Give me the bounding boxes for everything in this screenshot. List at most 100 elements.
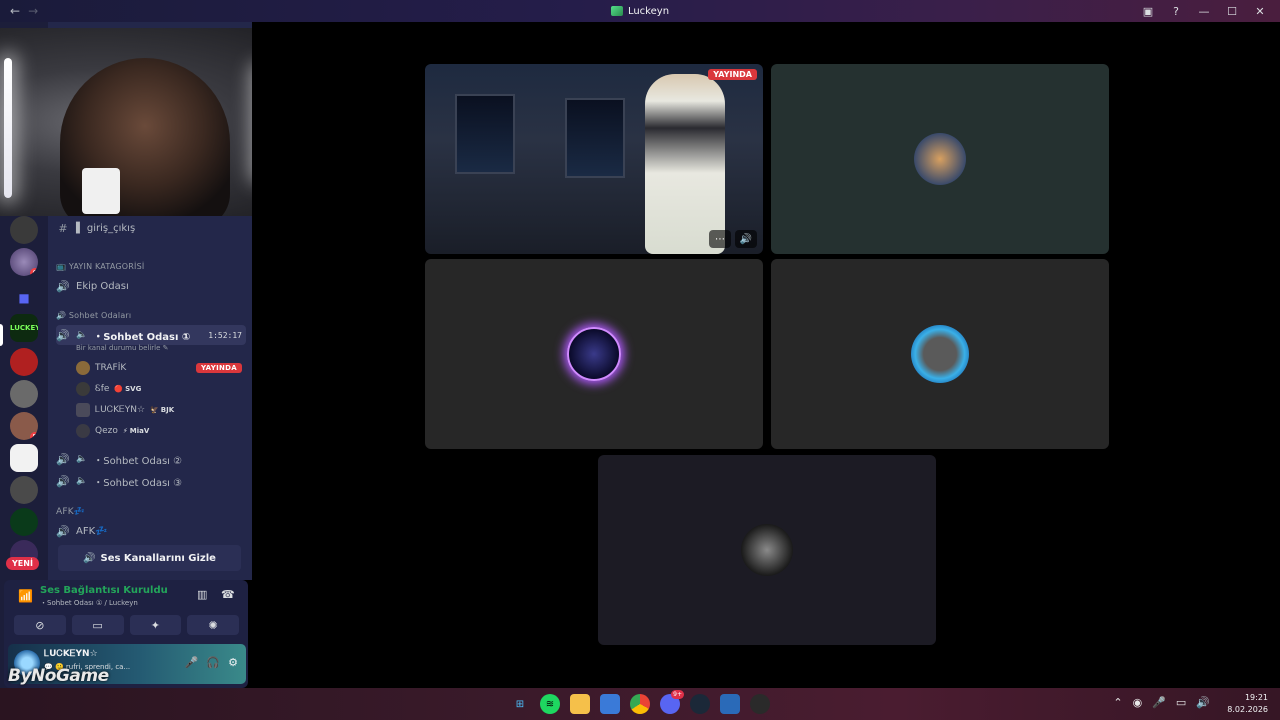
clock[interactable]: 19:21 8.02.2026 [1227,692,1268,716]
screen-share-button[interactable]: ▭ [71,615,124,635]
call-timer: 1:52:17 [208,330,242,340]
speaker-icon: 🔊 [56,524,70,538]
back-icon[interactable]: ← [10,4,20,18]
avatar [911,325,969,383]
app-icon[interactable] [720,694,740,714]
folder-icon[interactable]: ■ [10,284,38,312]
channel-label: ・Sohbet Odası ② [93,455,183,467]
speaker-small-icon: 🔈 [76,454,88,464]
category-sohbet[interactable]: 🔊 Sohbet Odaları [56,311,131,320]
participant-tile[interactable] [425,259,763,449]
new-badge: YENİ [6,557,39,570]
username: ᏞUᏟKᎬYN☆ [44,649,98,659]
channel-label: Ekip Odası [76,280,129,292]
volume-icon[interactable]: 🔊 [1196,696,1210,709]
voice-status-title[interactable]: Ses Bağlantısı Kuruldu [40,585,168,596]
member-tag: ⚡ MiaV [122,427,150,435]
spotify-icon[interactable]: ≋ [540,694,560,714]
participant-tile[interactable] [771,64,1109,254]
channel-label: ・Sohbet Odası ③ [93,477,183,489]
avatar [76,403,90,417]
live-badge: YAYINDA [195,363,242,373]
headphones-icon[interactable]: 🎧 [206,656,220,669]
camera-off-button[interactable]: ⊘ [14,615,66,635]
channel-label: AFK💤 [76,525,108,537]
signal-icon[interactable]: 📶 [18,589,33,603]
channel-ekip-odasi[interactable]: 🔊 Ekip Odası [56,276,246,296]
avatar [76,361,90,375]
inbox-icon[interactable]: ▣ [1136,5,1160,18]
server-icon[interactable] [10,476,38,504]
store-icon[interactable] [600,694,620,714]
microphone-icon[interactable]: 🎤 [185,656,199,669]
channel-status-text[interactable]: Bir kanal durumu belirle ✎ [76,344,169,352]
speaker-small-icon: 🔈 [76,476,88,486]
hashtag-icon: # [58,221,68,235]
server-folder-icon[interactable]: 6 [10,248,38,276]
discord-icon[interactable]: 9+ [660,690,684,714]
game-scene [455,94,515,174]
forward-icon[interactable]: → [28,4,38,18]
channel-afk[interactable]: 🔊 AFK💤 [56,521,246,541]
channel-sohbet-odasi-3[interactable]: 🔊 🔈 ・Sohbet Odası ③ [56,471,246,491]
chrome-icon[interactable] [630,694,650,714]
voice-status-sub[interactable]: ・Sohbet Odası ① / Luckeyn [40,598,138,608]
stream-tile[interactable]: YAYINDA ⋯ 🔊 [425,64,763,254]
activities-button[interactable]: ✦ [129,615,182,635]
game-scene [565,98,625,178]
server-luckeyn-icon[interactable]: LUCKEYN [10,314,38,342]
chevron-up-icon[interactable]: ⌃ [1113,696,1122,709]
category-yayin[interactable]: 📺 YAYIN KATAGORİSİ [56,262,144,271]
taskbar: ⊞ ≋ 9+ ⌃ ◉ 🎤 ▭ 🔊 19:21 8.02.2026 [0,688,1280,720]
speaker-icon: 🔊 [56,328,70,342]
server-icon[interactable] [10,380,38,408]
settings-gear-icon[interactable]: ⚙ [228,656,238,669]
voice-member[interactable]: Ꮛfe 🔴 SVG [76,380,242,398]
volume-button[interactable]: 🔊 [735,230,757,248]
avatar [567,327,621,381]
category-afk[interactable]: AFK💤 [56,507,85,517]
channel-sohbet-odasi-2[interactable]: 🔊 🔈 ・Sohbet Odası ② [56,449,246,469]
voice-member[interactable]: ᏞUᏟKᎬYN☆ 🦅 BJK [76,401,242,419]
channel-giris-cikis[interactable]: # ▌ giriş_çıkış [56,218,246,238]
ring-light [4,58,12,198]
minimize-button[interactable]: — [1192,5,1216,18]
webcam-mug [82,168,120,214]
live-badge: YAYINDA [708,69,757,80]
channel-label: ▌ giriş_çıkış [76,222,136,234]
channel-sohbet-odasi-1[interactable]: 🔊 🔈 ・Sohbet Odası ① 1:52:17 [56,325,246,345]
help-icon[interactable]: ? [1164,5,1188,18]
avatar [741,524,793,576]
start-menu-icon[interactable]: ⊞ [510,694,530,714]
close-button[interactable]: ✕ [1248,5,1272,18]
more-options-button[interactable]: ⋯ [709,230,731,248]
disconnect-icon[interactable]: ☎ [221,588,235,601]
maximize-button[interactable]: ☐ [1220,5,1244,18]
server-icon[interactable] [10,444,38,472]
speaker-icon: 🔊 [83,552,96,564]
window-title: Luckeyn [627,5,670,17]
voice-member[interactable]: Qezo ⚡ MiaV [76,422,242,440]
soundboard-button[interactable]: ✺ [187,615,239,635]
participant-tile[interactable] [771,259,1109,449]
avatar [76,382,90,396]
title-bar: ← → Luckeyn ▣ ? — ☐ ✕ [0,0,1280,22]
steam-tray-icon[interactable]: ◉ [1133,696,1143,709]
speaker-small-icon: 🔈 [76,330,88,340]
server-icon[interactable]: 5 [10,412,38,440]
server-icon[interactable] [10,216,38,244]
server-icon[interactable] [10,508,38,536]
network-icon[interactable]: ▭ [1176,696,1186,709]
file-explorer-icon[interactable] [570,694,590,714]
microphone-icon[interactable]: 🎤 [1152,696,1166,709]
voice-member[interactable]: TRAFİK YAYINDA [76,359,242,377]
participant-tile[interactable] [598,455,936,645]
speaker-icon: 🔊 [56,452,70,466]
app-logo-icon [610,6,623,16]
server-icon[interactable] [10,348,38,376]
steam-icon[interactable] [690,694,710,714]
app-icon[interactable] [750,694,770,714]
speaker-icon: 🔊 [56,474,70,488]
hide-voice-channels-button[interactable]: 🔊 Ses Kanallarını Gizle [58,545,241,571]
noise-suppression-icon[interactable]: ▥ [197,588,207,601]
